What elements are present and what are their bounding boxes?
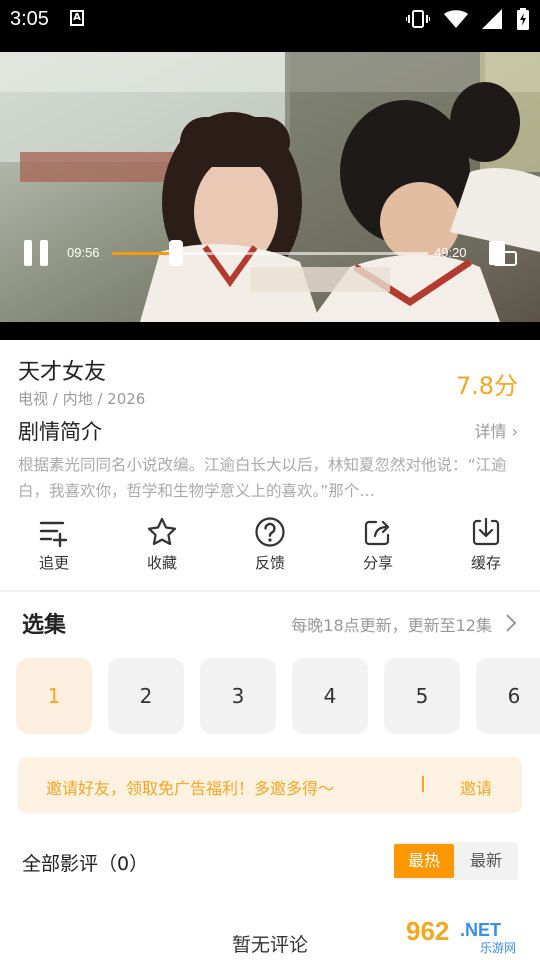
current-time: 09:56: [67, 245, 100, 260]
invite-button[interactable]: 邀请: [460, 775, 492, 799]
star-icon: [147, 517, 177, 546]
episode-list: 1 2 3 4 5 6: [16, 658, 540, 734]
synopsis-text: 根据素光同同名小说改编。江逾白长大以后，林知夏忽然对他说：“江逾白，我喜欢你，哲…: [18, 456, 507, 500]
seek-handle[interactable]: [168, 240, 183, 266]
sort-hot-button[interactable]: 最热: [394, 844, 454, 878]
follow-label: 追更: [38, 554, 69, 572]
episode-button-4[interactable]: 4: [292, 658, 368, 734]
notification-icon: A: [70, 10, 84, 26]
reviews-heading: 全部影评（0）: [22, 853, 149, 875]
episode-button-6[interactable]: 6: [476, 658, 540, 734]
vibrate-icon: [406, 10, 430, 28]
show-score: 7.8分: [455, 372, 518, 400]
episode-button-2[interactable]: 2: [108, 658, 184, 734]
download-label: 缓存: [470, 554, 501, 572]
synopsis-detail-link[interactable]: 详情 ›: [474, 418, 518, 442]
detail-label: 详情: [474, 422, 507, 441]
sort-new-button[interactable]: 最新: [456, 844, 516, 878]
episode-button-5[interactable]: 5: [384, 658, 460, 734]
seek-bar[interactable]: [112, 252, 428, 255]
video-frame: [0, 52, 540, 322]
share-button[interactable]: 分享: [338, 512, 418, 573]
episode-button-1[interactable]: 1: [16, 658, 92, 734]
section-divider: [0, 590, 540, 592]
wifi-icon: [444, 10, 468, 28]
download-button[interactable]: 缓存: [446, 512, 526, 573]
signal-icon: [482, 9, 502, 29]
battery-icon: [517, 8, 529, 30]
review-sort-toggle: 最热 最新: [394, 842, 518, 880]
watermark-logo: 962 .NET 乐游网: [400, 914, 536, 955]
status-bar: 3:05 A: [0, 0, 540, 52]
invite-banner[interactable]: 邀请好友，领取免广告福利！多邀多得～ 邀请: [18, 757, 522, 813]
favorite-label: 收藏: [146, 554, 177, 572]
share-label: 分享: [362, 554, 393, 572]
favorite-button[interactable]: 收藏: [122, 512, 202, 573]
feedback-button[interactable]: 反馈: [230, 512, 310, 573]
fullscreen-icon[interactable]: [488, 240, 518, 266]
share-icon: [364, 520, 390, 546]
clock: 3:05: [10, 8, 49, 30]
video-bottom-bar: [0, 322, 540, 340]
total-time: 49:20: [434, 245, 467, 260]
invite-text: 邀请好友，领取免广告福利！多邀多得～: [46, 779, 335, 798]
episodes-update-info[interactable]: 每晚18点更新，更新至12集: [291, 612, 492, 636]
svg-text:.NET: .NET: [460, 920, 501, 940]
feedback-label: 反馈: [254, 554, 285, 572]
add-list-icon: [39, 521, 68, 548]
follow-button[interactable]: 追更: [14, 512, 94, 573]
show-meta: 电视 / 内地 / 2026: [18, 390, 146, 408]
seek-progress: [112, 252, 176, 255]
svg-text:乐游网: 乐游网: [480, 941, 516, 955]
chevron-right-icon[interactable]: [504, 612, 518, 634]
episodes-heading: 选集: [22, 613, 67, 638]
pause-button[interactable]: [22, 240, 52, 266]
question-icon: [255, 517, 285, 547]
action-bar: 追更 收藏 反馈 分享 缓存: [0, 512, 540, 584]
show-title: 天才女友: [18, 360, 107, 385]
episode-button-3[interactable]: 3: [200, 658, 276, 734]
download-icon: [472, 517, 500, 546]
synopsis-heading: 剧情简介: [18, 420, 102, 444]
chevron-right-icon: ›: [511, 422, 518, 441]
svg-text:962: 962: [406, 916, 449, 946]
video-player[interactable]: [0, 52, 540, 340]
invite-separator: [422, 776, 424, 792]
